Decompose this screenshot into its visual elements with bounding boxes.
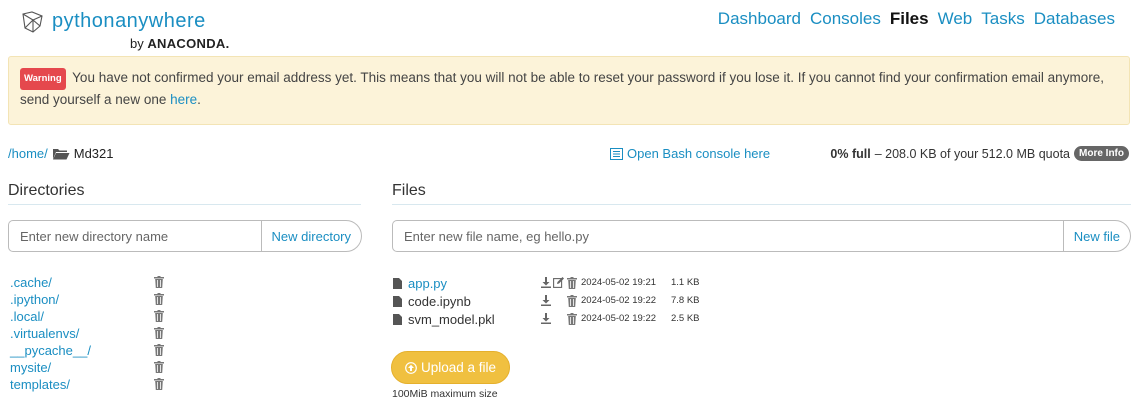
- trash-icon[interactable]: [154, 378, 164, 390]
- trash-icon[interactable]: [154, 327, 164, 339]
- brand-byline: by ANACONDA.: [130, 36, 230, 51]
- pythonanywhere-logo-icon: [22, 11, 43, 33]
- list-item: .ipython/: [10, 291, 170, 308]
- upload-size-note: 100MiB maximum size: [392, 388, 498, 400]
- directory-list: .cache/ .ipython/ .local/ .virtualenvs/ …: [10, 274, 170, 393]
- directory-link[interactable]: .cache/: [10, 275, 52, 290]
- resend-email-link[interactable]: here: [170, 92, 197, 107]
- quota-detail: – 208.0 KB of your 512.0 MB quota: [874, 146, 1070, 161]
- warning-badge: Warning: [20, 68, 66, 90]
- email-warning: Warning You have not confirmed your emai…: [8, 56, 1130, 125]
- file-icon: [393, 277, 402, 289]
- file-link[interactable]: app.py: [408, 276, 447, 291]
- logo[interactable]: pythonanywhere by ANACONDA.: [20, 8, 260, 52]
- file-size: 2.5 KB: [671, 313, 700, 324]
- files-divider: [392, 204, 1131, 205]
- directories-divider: [8, 204, 361, 205]
- disk-quota: 0% full – 208.0 KB of your 512.0 MB quot…: [830, 146, 1129, 161]
- top-nav: Dashboard Consoles Files Web Tasks Datab…: [718, 9, 1115, 29]
- download-icon[interactable]: [541, 295, 551, 306]
- directory-link[interactable]: __pycache__/: [10, 343, 91, 358]
- new-file-form: New file: [392, 220, 1131, 252]
- nav-tasks[interactable]: Tasks: [981, 9, 1024, 29]
- directories-heading: Directories: [8, 182, 85, 199]
- file-size: 7.8 KB: [671, 295, 700, 306]
- nav-web[interactable]: Web: [938, 9, 973, 29]
- trash-icon[interactable]: [567, 295, 577, 307]
- trash-icon[interactable]: [567, 277, 577, 289]
- files-heading: Files: [392, 182, 426, 199]
- new-directory-form: New directory: [8, 220, 362, 252]
- upload-circle-icon: [405, 361, 417, 374]
- file-icon: [393, 313, 402, 325]
- trash-icon[interactable]: [154, 293, 164, 305]
- directory-link[interactable]: .local/: [10, 309, 44, 324]
- trash-icon[interactable]: [154, 344, 164, 356]
- upload-label: Upload a file: [420, 360, 497, 375]
- file-date: 2024-05-02 19:22: [581, 295, 657, 306]
- directory-link[interactable]: .virtualenvs/: [10, 326, 79, 341]
- table-row: svm_model.pkl 2024-05-02 19:22 2.5 KB: [393, 310, 733, 328]
- table-row: app.py 2024-05-02 19:21 1.1 KB: [393, 274, 733, 292]
- new-file-button[interactable]: New file: [1062, 220, 1131, 252]
- file-date: 2024-05-02 19:22: [581, 313, 657, 324]
- new-directory-button[interactable]: New directory: [260, 220, 362, 252]
- breadcrumb-home-link[interactable]: /home/: [8, 146, 48, 161]
- file-list: app.py 2024-05-02 19:21 1.1 KB code.ipyn…: [393, 274, 733, 328]
- nav-dashboard[interactable]: Dashboard: [718, 9, 801, 29]
- quota-percent: 0% full: [830, 146, 871, 161]
- current-directory: Md321: [73, 146, 114, 161]
- trash-icon[interactable]: [154, 361, 164, 373]
- breadcrumb: /home/ Md321: [8, 146, 114, 161]
- open-bash-console-link[interactable]: Open Bash console here: [610, 146, 770, 161]
- table-row: code.ipynb 2024-05-02 19:22 7.8 KB: [393, 292, 733, 310]
- new-file-input[interactable]: [392, 220, 1063, 252]
- file-name: svm_model.pkl: [408, 311, 495, 327]
- folder-open-icon: [52, 148, 70, 159]
- console-icon: [610, 147, 623, 160]
- file-size: 1.1 KB: [671, 277, 700, 288]
- trash-icon[interactable]: [154, 276, 164, 288]
- trash-icon[interactable]: [154, 310, 164, 322]
- open-bash-label: Open Bash console here: [627, 146, 771, 161]
- list-item: __pycache__/: [10, 342, 170, 359]
- directory-link[interactable]: templates/: [10, 377, 70, 392]
- edit-icon[interactable]: [553, 277, 564, 288]
- warning-end: .: [197, 92, 201, 107]
- trash-icon[interactable]: [567, 313, 577, 325]
- directory-link[interactable]: .ipython/: [10, 292, 59, 307]
- list-item: mysite/: [10, 359, 170, 376]
- file-name: code.ipynb: [408, 293, 471, 309]
- download-icon[interactable]: [541, 277, 551, 288]
- list-item: templates/: [10, 376, 170, 393]
- nav-files[interactable]: Files: [890, 9, 929, 29]
- new-directory-input[interactable]: [8, 220, 261, 252]
- list-item: .cache/: [10, 274, 170, 291]
- brand-name: pythonanywhere: [52, 10, 206, 32]
- download-icon[interactable]: [541, 313, 551, 324]
- upload-file-button[interactable]: Upload a file: [391, 351, 510, 384]
- list-item: .virtualenvs/: [10, 325, 170, 342]
- nav-consoles[interactable]: Consoles: [810, 9, 881, 29]
- file-date: 2024-05-02 19:21: [581, 277, 657, 288]
- list-item: .local/: [10, 308, 170, 325]
- more-info-button[interactable]: More Info: [1074, 146, 1129, 161]
- file-icon: [393, 295, 402, 307]
- nav-databases[interactable]: Databases: [1034, 9, 1115, 29]
- directory-link[interactable]: mysite/: [10, 360, 51, 375]
